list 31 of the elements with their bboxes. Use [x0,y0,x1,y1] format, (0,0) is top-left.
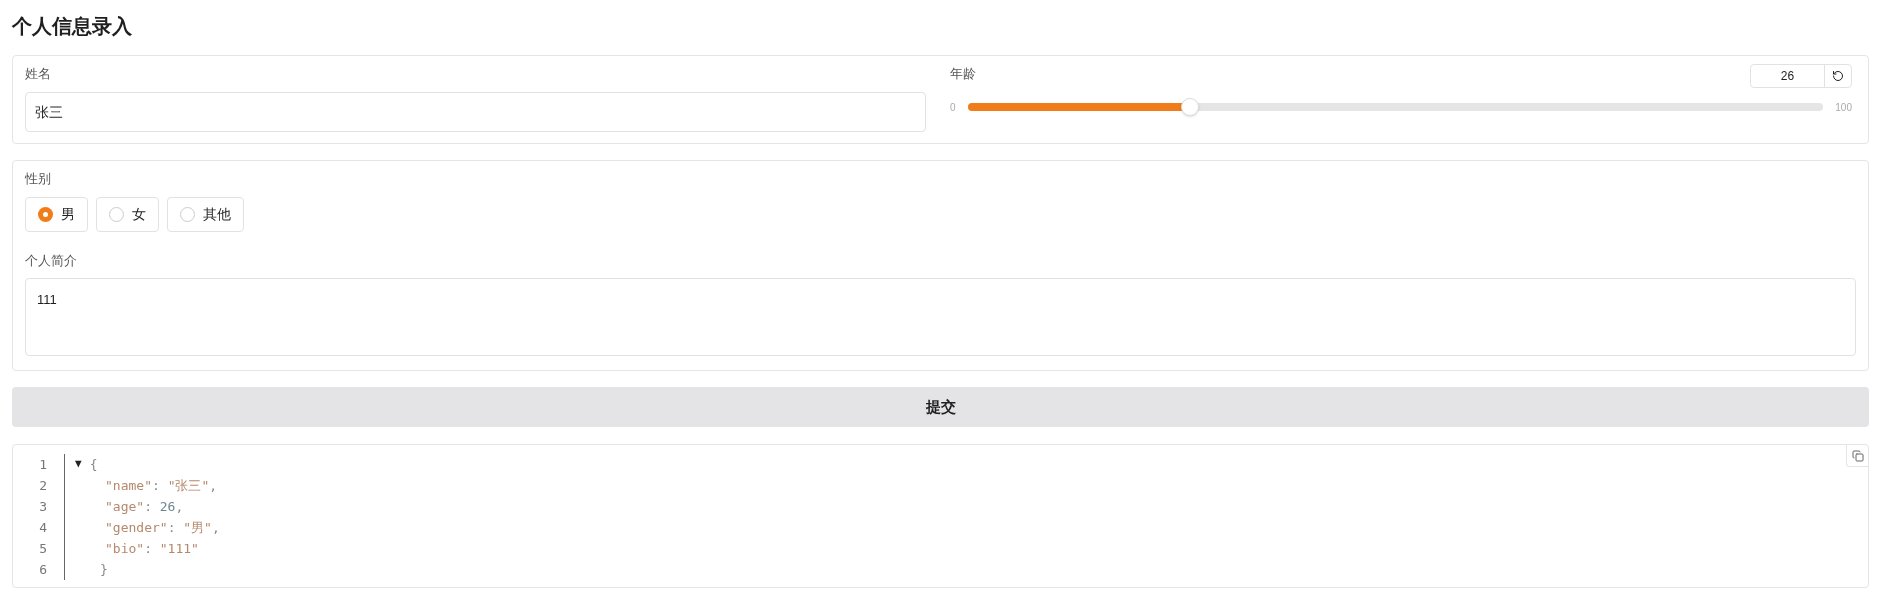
line-number: 5 [38,539,48,558]
code-line: "gender": "男", [105,518,220,537]
code-line: { [89,455,98,474]
line-number: 4 [38,518,48,537]
copy-button[interactable] [1846,445,1868,467]
page-title: 个人信息录入 [12,14,133,39]
reset-icon [1832,70,1844,82]
line-number: 3 [38,497,48,516]
age-slider[interactable] [967,98,1824,116]
slider-thumb[interactable] [1181,98,1200,116]
radio-option[interactable]: 其他 [167,196,244,232]
line-number: 2 [38,476,48,495]
copy-icon [1851,449,1864,462]
collapse-toggle[interactable]: ▼ [75,456,82,473]
field-label: 性别 [25,170,52,188]
code-line: "age": 26, [105,497,184,516]
line-number: 6 [38,560,48,579]
slider-max: 100 [1835,100,1852,115]
radio-option[interactable]: 女 [96,196,159,232]
radio-option[interactable]: 男 [25,196,88,232]
code-line: "bio": "111" [105,539,199,558]
field-label: 年龄 [950,65,976,83]
code-line: } [100,560,108,579]
bio-field[interactable]: 111 [25,278,1856,356]
name-field[interactable]: 张三 [25,91,926,132]
field-label: 个人简介 [25,251,78,270]
submit-button[interactable]: 提交 [12,387,1869,427]
slider-min: 0 [950,100,956,115]
line-number: 1 [38,455,48,474]
field-label: 姓名 [25,65,52,83]
code-line: "name": "张三", [105,476,218,495]
